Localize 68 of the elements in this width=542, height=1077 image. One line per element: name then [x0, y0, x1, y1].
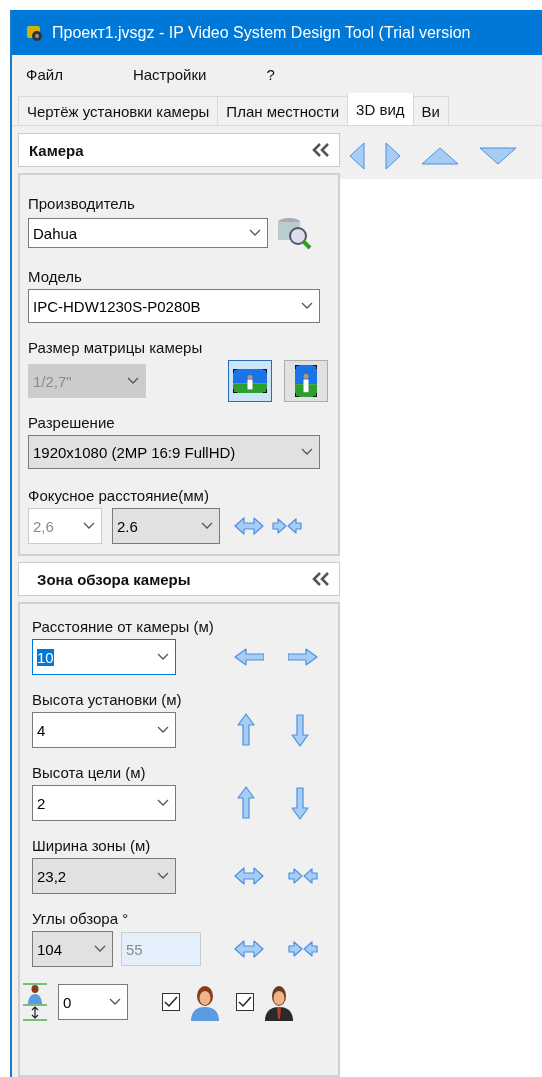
orientation-button[interactable] — [228, 360, 272, 402]
tab[interactable]: Ви — [412, 96, 449, 125]
down-arrow-icon[interactable] — [290, 786, 310, 820]
field-label: Фокусное расстояние(мм) — [28, 487, 210, 504]
chevron-icon — [301, 448, 313, 456]
double-arrow-icon[interactable] — [234, 866, 264, 886]
up-arrow-icon[interactable] — [236, 713, 256, 747]
double-arrow-icon[interactable] — [234, 939, 264, 959]
landscape-frame-icon — [233, 369, 267, 393]
chevron-icon — [301, 302, 313, 310]
chevron-icon — [157, 726, 169, 734]
menu-item[interactable]: Файл — [26, 65, 63, 83]
left-arrow-icon[interactable] — [234, 647, 264, 667]
field-label: Углы обзора ° — [32, 910, 130, 927]
collapse-icon[interactable] — [311, 571, 331, 587]
right-arrow-icon[interactable] — [288, 647, 318, 667]
field-label: Производитель — [28, 195, 136, 212]
window-title: Проект1.jvsgz - IP Video System Design Tool (Trial version — [52, 23, 471, 42]
height-offset-icon — [22, 983, 48, 1021]
panel-title: Зона обзора камеры — [37, 570, 191, 588]
panel-title: Камера — [29, 141, 84, 159]
left-triangle-icon[interactable] — [348, 141, 366, 171]
inward-arrows-icon[interactable] — [272, 516, 302, 536]
checkbox[interactable] — [162, 993, 180, 1011]
chevron-icon — [201, 522, 213, 530]
dropdown[interactable]: 2.6 — [112, 508, 220, 544]
chevron-icon — [157, 653, 169, 661]
chevron-icon — [109, 998, 121, 1006]
field-label: Размер матрицы камеры — [28, 339, 204, 356]
up-arrow-icon[interactable] — [236, 786, 256, 820]
tab[interactable]: Чертёж установки камеры — [18, 96, 219, 125]
dropdown[interactable]: 23,2 — [32, 858, 176, 894]
dropdown[interactable]: 104 — [32, 931, 113, 967]
down-arrow-icon[interactable] — [290, 713, 310, 747]
field-label: Разрешение — [28, 414, 116, 431]
dropdown[interactable]: IPC-HDW1230S-P0280B — [28, 289, 320, 323]
portrait-frame-icon — [295, 365, 317, 397]
dropdown[interactable]: 4 — [32, 712, 176, 748]
field-label: Высота установки (м) — [32, 691, 183, 708]
inward-arrows-icon[interactable] — [288, 939, 318, 959]
dropdown[interactable]: 0 — [58, 984, 128, 1020]
chevron-icon — [83, 522, 95, 530]
database-search-icon[interactable] — [276, 216, 312, 250]
camera-app-icon — [26, 23, 44, 42]
double-arrow-icon[interactable] — [234, 516, 264, 536]
menu-item[interactable]: ? — [266, 65, 275, 83]
chevron-icon — [94, 945, 106, 953]
menu-item[interactable]: Настройки — [132, 65, 207, 83]
dropdown[interactable]: 10 — [32, 639, 176, 675]
woman-icon — [190, 983, 220, 1021]
dropdown[interactable]: 2 — [32, 785, 176, 821]
chevron-icon — [127, 377, 139, 385]
field-label: Модель — [28, 268, 83, 285]
man-icon — [264, 983, 294, 1021]
chevron-icon — [157, 872, 169, 880]
orientation-button[interactable] — [284, 360, 328, 402]
field-label: Ширина зоны (м) — [32, 837, 152, 854]
dropdown[interactable]: Dahua — [28, 218, 268, 248]
tab[interactable]: 3D вид — [347, 93, 414, 125]
field-label: Высота цели (м) — [32, 764, 147, 781]
chevron-icon — [249, 229, 261, 237]
collapse-icon[interactable] — [311, 142, 331, 158]
dropdown[interactable]: 1920x1080 (2MP 16:9 FullHD) — [28, 435, 320, 469]
field-label: Расстояние от камеры (м) — [32, 618, 215, 635]
checkbox[interactable] — [236, 993, 254, 1011]
inward-arrows-icon[interactable] — [288, 866, 318, 886]
right-triangle-icon[interactable] — [384, 141, 402, 171]
chevron-icon — [157, 799, 169, 807]
